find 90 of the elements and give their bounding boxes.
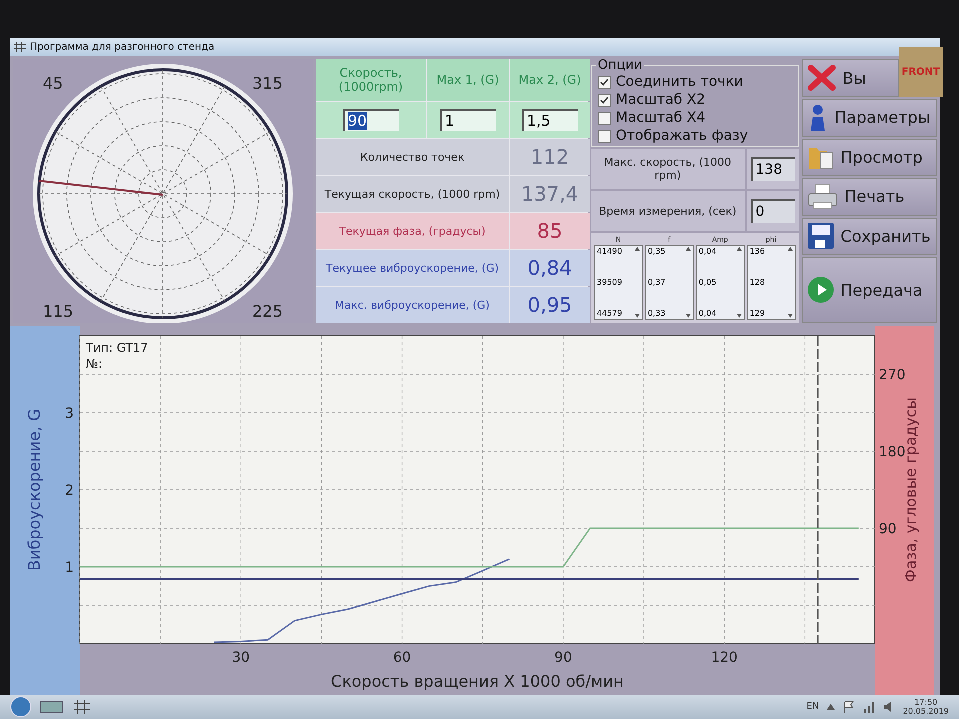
list-item: 0,33	[648, 309, 667, 318]
results-list[interactable]: 136 128 129	[746, 245, 796, 320]
scroll-down-icon[interactable]	[686, 314, 691, 318]
column-header: Скорость, (1000rpm)	[316, 59, 426, 101]
angle-label: 315	[252, 74, 283, 93]
reading-label: Количество точек	[316, 139, 509, 175]
reading-value: 112	[510, 139, 590, 175]
axis-tick-label: 30	[232, 650, 250, 666]
list-item: 129	[750, 309, 766, 318]
angle-label: 225	[252, 302, 283, 321]
axis-tick-label: 90	[554, 650, 572, 666]
field-label: Время измерения, (сек)	[591, 191, 745, 231]
toolbar-button[interactable]: Передача	[802, 257, 937, 323]
column-header: Max 2, (G)	[510, 59, 590, 101]
input-field[interactable]: 1	[440, 109, 496, 131]
results-list[interactable]: 41490 39509 44579	[594, 245, 643, 320]
start-button-icon[interactable]	[10, 696, 32, 718]
reading-value: 0,95	[510, 287, 590, 323]
checkbox[interactable]	[598, 130, 611, 142]
reading-label: Макс. виброускорение, (G)	[316, 287, 509, 323]
info-text: Тип: GT17	[86, 341, 148, 355]
angle-label: 45	[43, 74, 64, 93]
checkbox-label: Масштаб X4	[616, 110, 706, 126]
signal-icon[interactable]	[863, 701, 876, 713]
checkbox-label: Соединить точки	[616, 74, 744, 90]
checkbox[interactable]	[598, 112, 611, 124]
axis-tick-label: 270	[879, 368, 906, 384]
scroll-down-icon[interactable]	[736, 314, 742, 318]
checkbox[interactable]	[598, 94, 611, 106]
scroll-up-icon[interactable]	[686, 247, 691, 251]
axis-tick-label: 1	[65, 560, 74, 576]
angle-label: 115	[43, 302, 74, 321]
reading-value: 85	[510, 213, 590, 249]
reading-label: Текущая скорость, (1000 rpm)	[316, 176, 509, 212]
app-icon	[14, 42, 26, 52]
axis-tick-label: 2	[65, 483, 74, 499]
window-title: Программа для разгонного стенда	[30, 42, 215, 52]
sticker: FRONT	[899, 47, 943, 97]
play-icon	[806, 276, 835, 304]
scroll-up-icon[interactable]	[634, 247, 640, 251]
list-item: 41490	[597, 247, 624, 256]
toolbar-button[interactable]: Вы	[802, 59, 899, 97]
toolbar-button[interactable]: Параметры	[802, 99, 937, 137]
column-header: Max 1, (G)	[427, 59, 509, 101]
list-item: 0,04	[698, 309, 718, 318]
checkbox-label: Масштаб X2	[616, 92, 706, 108]
flag-icon[interactable]	[843, 701, 856, 713]
scroll-up-icon[interactable]	[736, 247, 742, 251]
scroll-up-icon[interactable]	[788, 247, 793, 251]
input-field[interactable]: 1,5	[522, 109, 578, 131]
list-item: 0,04	[698, 247, 718, 256]
checkbox[interactable]	[598, 76, 611, 88]
close-icon	[806, 65, 837, 91]
clock[interactable]: 17:50 20.05.2019	[903, 698, 949, 716]
up-arrow-icon[interactable]	[827, 704, 836, 710]
list-item: 128	[750, 278, 766, 287]
axis-tick-label: 120	[711, 650, 738, 666]
list-item: 39509	[597, 278, 624, 287]
printer-icon	[806, 182, 839, 211]
results-list[interactable]: 0,35 0,37 0,33	[644, 245, 694, 320]
input-field[interactable]: 138	[750, 157, 795, 181]
reading-label: Текущая фаза, (градусы)	[316, 213, 509, 249]
results-list[interactable]: 0,04 0,05 0,04	[696, 245, 745, 320]
list-item: 0,37	[648, 278, 667, 287]
reading-value: 0,84	[510, 250, 590, 286]
axis-title: Виброускорение, G	[25, 408, 44, 572]
checkbox-label: Отображать фазу	[616, 128, 748, 144]
info-text: №:	[86, 357, 103, 371]
toolbar-button[interactable]: Сохранить	[802, 218, 937, 256]
list-item: 0,35	[648, 247, 667, 256]
scroll-down-icon[interactable]	[788, 314, 793, 318]
keyboard-icon[interactable]	[40, 699, 64, 715]
list-item: 0,05	[698, 278, 718, 287]
reading-value: 137,4	[510, 176, 590, 212]
input-field[interactable]: 90	[343, 109, 399, 131]
axis-tick-label: 60	[393, 650, 412, 666]
input-field[interactable]: 0	[750, 199, 795, 223]
list-item: 44579	[597, 309, 624, 318]
toolbar-button[interactable]: Печать	[802, 178, 937, 216]
reading-label: Текущее виброускорение, (G)	[316, 250, 509, 286]
scroll-down-icon[interactable]	[634, 314, 640, 318]
app-icon[interactable]	[72, 699, 92, 715]
axis-tick-label: 90	[879, 522, 897, 538]
list-item: 136	[750, 247, 766, 256]
language-indicator[interactable]: EN	[806, 702, 820, 712]
axis-title: Скорость вращения X 1000 об/мин	[331, 672, 624, 691]
group-title: Опции	[596, 58, 644, 73]
toolbar-button[interactable]: Просмотр	[802, 138, 937, 176]
field-label: Макс. скорость, (1000 rpm)	[591, 149, 745, 189]
axis-tick-label: 3	[65, 406, 74, 422]
